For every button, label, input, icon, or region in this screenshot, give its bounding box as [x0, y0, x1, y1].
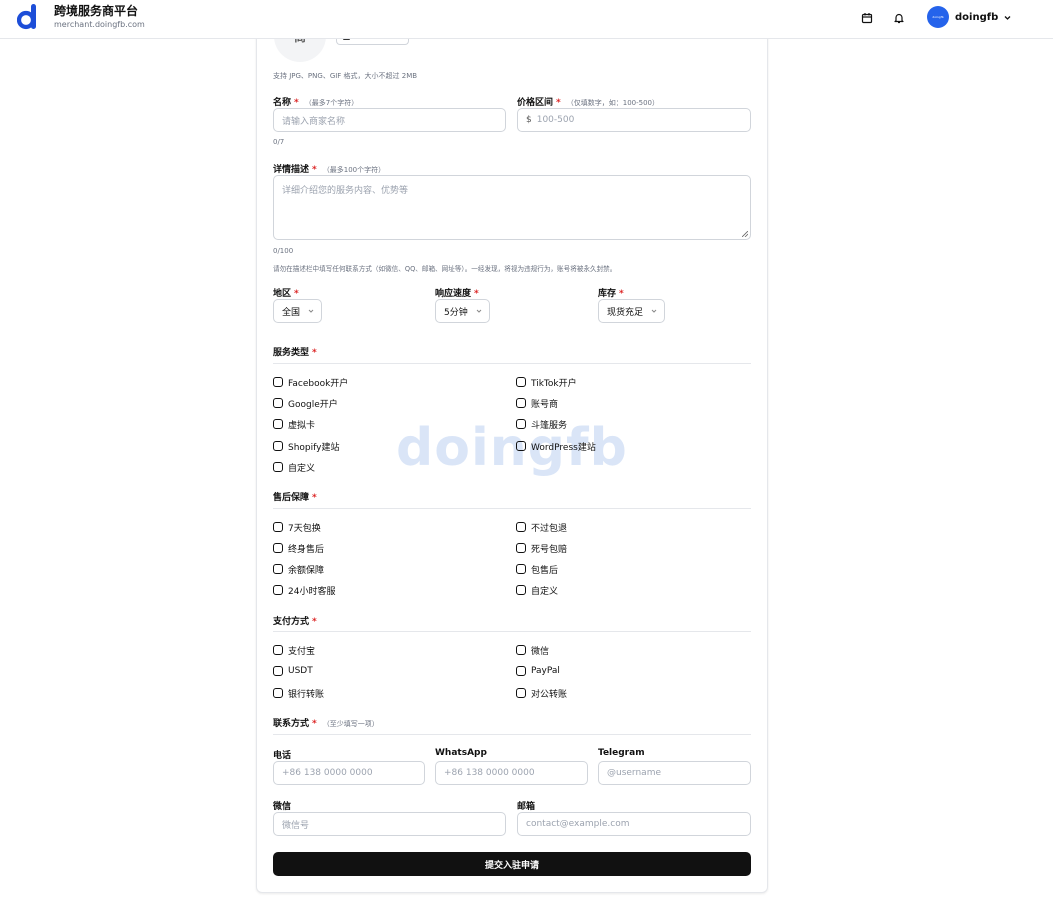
chevron-down-icon[interactable] — [1003, 13, 1012, 22]
whatsapp-input[interactable]: +86 138 0000 0000 — [435, 761, 588, 785]
speed-label: 响应速度 * — [435, 289, 479, 299]
checkbox-custom-service[interactable]: 自定义 — [273, 461, 315, 474]
checkbox-custom-after-sales[interactable]: 自定义 — [516, 584, 558, 597]
region-select[interactable]: 全国 — [273, 299, 323, 323]
user-menu[interactable]: doingfb doingfb — [927, 6, 1012, 28]
name-counter: 0/7 — [273, 138, 285, 146]
email-placeholder: contact@example.com — [526, 819, 630, 829]
checkbox-usdt[interactable]: USDT — [273, 665, 313, 677]
email-label: 邮箱 — [517, 802, 536, 812]
checkbox-facebook[interactable]: Facebook开户 — [273, 376, 348, 389]
checkbox-alipay[interactable]: 支付宝 — [273, 644, 315, 657]
price-range-input[interactable]: $ 100-500 — [517, 108, 751, 132]
contact-title: 联系方式 * （至少填写一项） — [273, 719, 379, 729]
price-placeholder: 100-500 — [536, 115, 575, 125]
divider — [273, 508, 751, 509]
checkbox-cloaking[interactable]: 斗篷服务 — [516, 418, 567, 431]
dollar-prefix: $ — [526, 115, 532, 125]
resize-handle-icon[interactable] — [742, 231, 748, 237]
logo-icon[interactable] — [17, 4, 37, 30]
top-bar: 跨境服务商平台 merchant.doingfb.com doingfb doi… — [0, 0, 1053, 39]
price-label: 价格区间 * （仅填数字，如：100-500） — [517, 98, 659, 108]
checkbox-google[interactable]: Google开户 — [273, 397, 338, 410]
telegram-label: Telegram — [598, 748, 645, 758]
user-name[interactable]: doingfb — [955, 12, 998, 23]
description-warning: 请勿在描述栏中填写任何联系方式（如微信、QQ、邮箱、网址等）。一经发现，将视为违… — [273, 265, 617, 273]
divider — [273, 734, 751, 735]
checkbox-wechat-pay[interactable]: 微信 — [516, 644, 549, 657]
chevron-down-icon — [307, 307, 315, 315]
bell-icon[interactable] — [891, 10, 907, 26]
checkbox-wordpress[interactable]: WordPress建站 — [516, 440, 596, 453]
avatar[interactable]: doingfb — [927, 6, 949, 28]
checkbox-corporate-transfer[interactable]: 对公转账 — [516, 687, 567, 700]
name-input[interactable]: 请输入商家名称 — [273, 108, 506, 132]
checkbox-bank-transfer[interactable]: 银行转账 — [273, 687, 324, 700]
checkbox-balance-guarantee[interactable]: 余额保障 — [273, 563, 324, 576]
chevron-down-icon — [475, 307, 483, 315]
service-types-title: 服务类型 * — [273, 348, 317, 358]
description-placeholder: 详细介绍您的服务内容、优势等 — [282, 186, 409, 196]
checkbox-tiktok[interactable]: TikTok开户 — [516, 376, 577, 389]
checkbox-virtual-card[interactable]: 虚拟卡 — [273, 418, 315, 431]
brand-subtitle: merchant.doingfb.com — [54, 20, 145, 29]
upload-hint: 支持 JPG、PNG、GIF 格式，大小不超过 2MB — [273, 72, 418, 80]
checkbox-lifetime-support[interactable]: 终身售后 — [273, 542, 324, 555]
after-sales-title: 售后保障 * — [273, 493, 317, 503]
whatsapp-placeholder: +86 138 0000 0000 — [444, 768, 535, 778]
description-label: 详情描述 * （最多100个字符） — [273, 165, 386, 175]
telegram-placeholder: @username — [607, 768, 661, 778]
checkbox-refund[interactable]: 不过包退 — [516, 521, 567, 534]
brand-title: 跨境服务商平台 — [54, 4, 139, 18]
checkbox-shopify[interactable]: Shopify建站 — [273, 440, 339, 453]
checkbox-paypal[interactable]: PayPal — [516, 665, 560, 677]
stock-value: 现货充足 — [607, 307, 644, 318]
divider — [273, 631, 751, 632]
name-placeholder: 请输入商家名称 — [282, 116, 346, 127]
stock-select[interactable]: 现货充足 — [598, 299, 666, 323]
wechat-input[interactable]: 微信号 — [273, 812, 506, 836]
email-input[interactable]: contact@example.com — [517, 812, 751, 836]
calendar-icon[interactable] — [859, 10, 875, 26]
response-speed-select[interactable]: 5分钟 — [435, 299, 490, 323]
region-value: 全国 — [282, 307, 301, 318]
checkbox-24h-support[interactable]: 24小时客服 — [273, 584, 335, 597]
payment-title: 支付方式 * — [273, 617, 317, 627]
description-counter: 0/100 — [273, 247, 294, 255]
submit-application-button[interactable]: 提交入驻申请 — [273, 852, 751, 876]
phone-label: 电话 — [273, 751, 292, 761]
divider — [273, 363, 751, 364]
phone-placeholder: +86 138 0000 0000 — [282, 768, 373, 778]
checkbox-after-sales[interactable]: 包售后 — [516, 563, 558, 576]
whatsapp-label: WhatsApp — [435, 748, 487, 758]
checkbox-dead-account-compensation[interactable]: 死号包赔 — [516, 542, 567, 555]
name-label: 名称 * （最多7个字符） — [273, 98, 359, 108]
checkbox-7day-exchange[interactable]: 7天包换 — [273, 521, 321, 534]
region-label: 地区 * — [273, 289, 299, 299]
checkbox-account-dealer[interactable]: 账号商 — [516, 397, 558, 410]
chevron-down-icon — [650, 307, 658, 315]
phone-input[interactable]: +86 138 0000 0000 — [273, 761, 425, 785]
description-textarea[interactable]: 详细介绍您的服务内容、优势等 — [273, 175, 751, 240]
stock-label: 库存 * — [598, 289, 624, 299]
wechat-placeholder: 微信号 — [282, 820, 310, 831]
wechat-label: 微信 — [273, 802, 292, 812]
telegram-input[interactable]: @username — [598, 761, 751, 785]
speed-value: 5分钟 — [444, 307, 468, 318]
